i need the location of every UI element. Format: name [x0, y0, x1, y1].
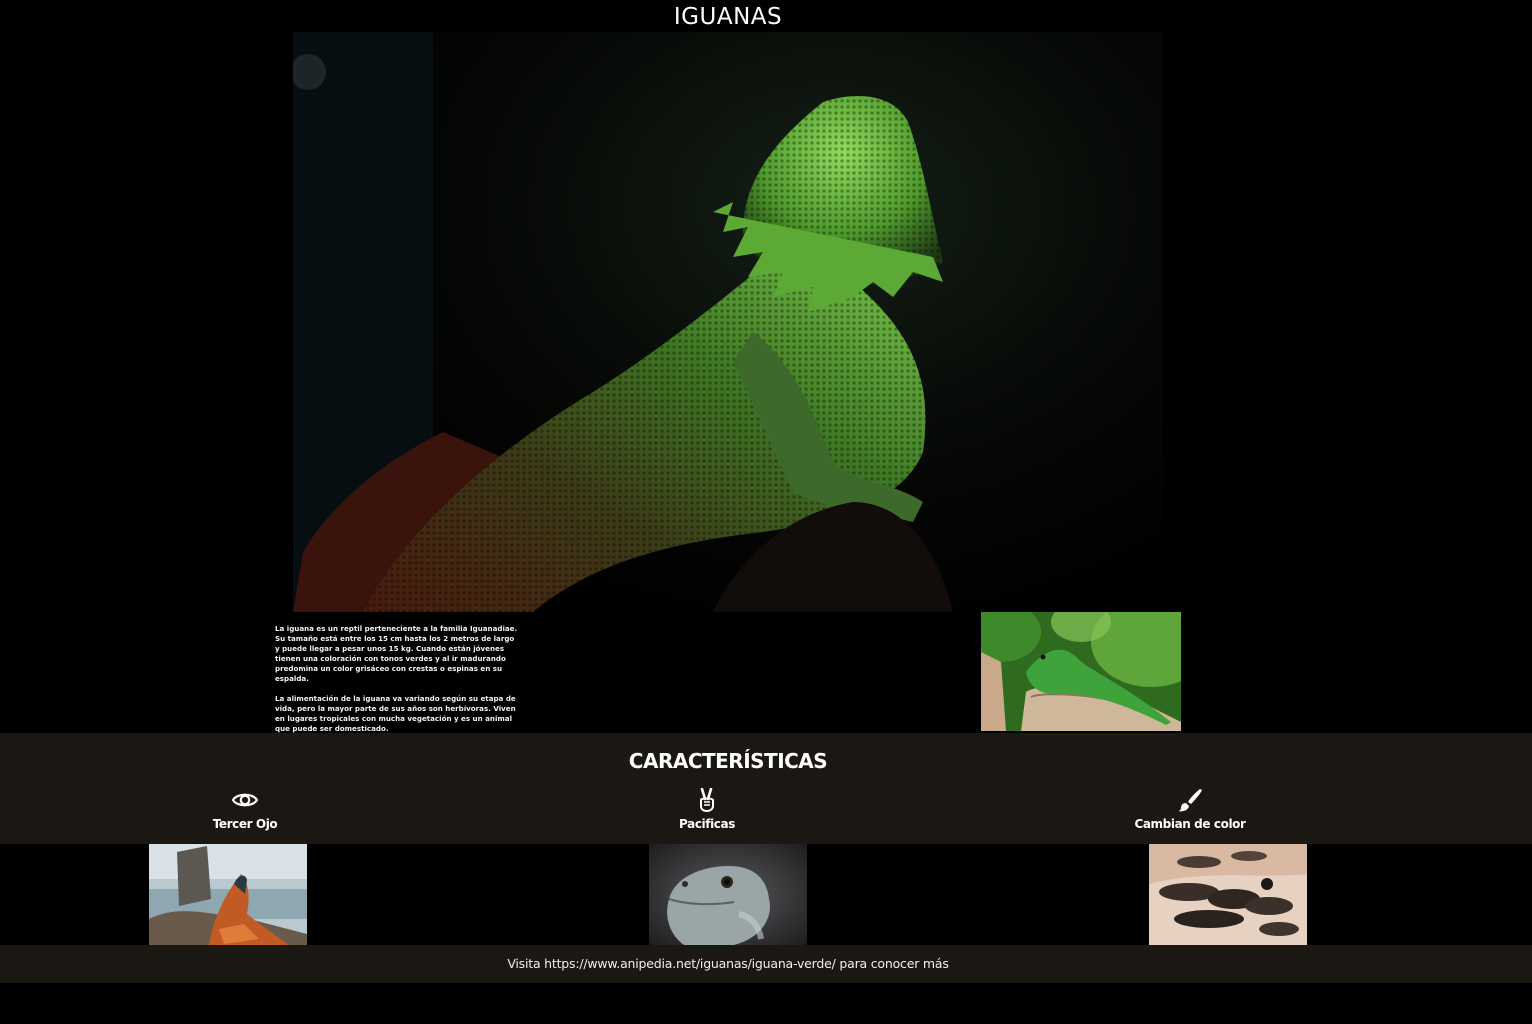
orange-iguana-image	[149, 844, 307, 945]
feature-pacificas: Pacificas	[607, 788, 807, 832]
footer-link-text[interactable]: Visita https://www.anipedia.net/iguanas/…	[0, 956, 1456, 972]
peace-hand-icon	[700, 788, 714, 812]
marine-iguanas-image	[1149, 844, 1307, 945]
feature-label: Pacificas	[679, 817, 735, 831]
footer: Visita https://www.anipedia.net/iguanas/…	[0, 945, 1532, 983]
feature-label: Cambian de color	[1134, 817, 1246, 831]
intro-text: La iguana es un reptil perteneciente a l…	[275, 624, 520, 744]
iguana-head-image	[649, 844, 807, 945]
intro-paragraph: La iguana es un reptil perteneciente a l…	[275, 624, 518, 683]
page: IGUANAS La iguana es un reptil perteneci…	[0, 0, 1532, 1024]
hero-image	[293, 32, 1163, 612]
feature-label: Tercer Ojo	[212, 817, 278, 831]
feature-cambian-de-color: Cambian de color	[1090, 788, 1290, 832]
iguana-on-stump-image	[981, 612, 1181, 731]
features-title: CARACTERÍSTICAS	[628, 749, 828, 773]
intro-paragraph: La alimentación de la iguana va variando…	[275, 694, 516, 733]
feature-tercer-ojo: Tercer Ojo	[145, 788, 345, 832]
features-section: CARACTERÍSTICAS Tercer Ojo Pacificas Cam…	[0, 733, 1532, 844]
paintbrush-icon	[1178, 789, 1202, 812]
eye-icon	[232, 793, 258, 807]
page-title: IGUANAS	[673, 4, 783, 30]
